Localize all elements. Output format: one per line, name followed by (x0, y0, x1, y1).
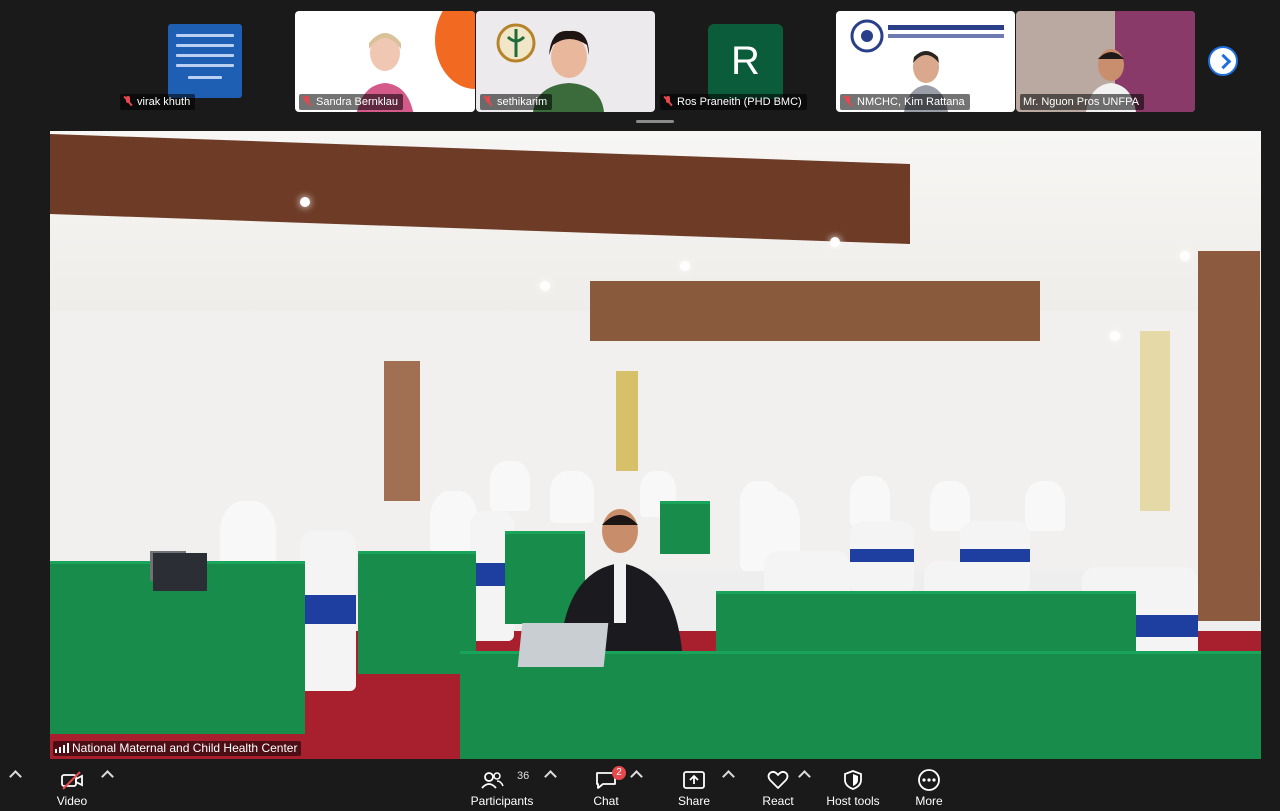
participant-name: virak khuth (120, 94, 196, 110)
participant-count: 36 (517, 770, 530, 782)
mic-muted-icon (663, 96, 673, 106)
chair (850, 521, 914, 591)
gallery-next-button[interactable] (1208, 46, 1238, 76)
chat-options-caret[interactable] (630, 770, 643, 783)
participant-gallery-strip: virak khuth Sandra Bernklau sethikarim R… (0, 0, 1280, 118)
participant-tile-ros[interactable]: R Ros Praneith (PHD BMC) (656, 11, 836, 112)
pillar (384, 361, 420, 501)
chair (300, 531, 356, 691)
active-speaker-label: National Maternal and Child Health Cente… (53, 741, 302, 756)
participants-options-caret[interactable] (544, 770, 557, 783)
ceiling-wood-panel (590, 281, 1040, 341)
audio-options-caret[interactable] (9, 770, 22, 783)
ellipsis-icon (918, 769, 940, 791)
mic-muted-icon (123, 96, 133, 106)
people-icon (481, 772, 504, 789)
participant-name: Ros Praneith (PHD BMC) (660, 94, 807, 110)
pillar (1198, 251, 1260, 621)
react-options-caret[interactable] (798, 770, 811, 783)
share-options-caret[interactable] (722, 770, 735, 783)
active-speaker-video (50, 131, 1261, 759)
strip-resize-handle[interactable] (636, 120, 674, 123)
host-tools-button[interactable]: Host tools (822, 759, 884, 811)
green-table (460, 651, 1261, 759)
share-arrow-icon (683, 771, 705, 789)
more-button[interactable]: More (908, 759, 950, 811)
signal-strength-icon (55, 743, 69, 753)
heart-icon (767, 770, 789, 789)
video-off-icon (61, 771, 83, 790)
react-button[interactable]: React (756, 759, 800, 811)
chair (960, 521, 1030, 591)
video-options-caret[interactable] (101, 770, 114, 783)
meeting-toolbar: Video Participants 36 Chat 2 Share React (0, 759, 1280, 811)
nmchc-banner-text-graphic (888, 25, 1004, 38)
participant-tile-sethikarim[interactable]: sethikarim (476, 11, 655, 112)
participant-name: NMCHC, Kim Rattana (840, 94, 970, 110)
shared-slide-thumbnail (168, 24, 242, 98)
participant-name: sethikarim (480, 94, 553, 110)
pillar (1140, 331, 1170, 511)
share-button[interactable]: Share (672, 759, 716, 811)
chat-unread-badge: 2 (612, 766, 626, 780)
participant-tile-virak[interactable]: virak khuth (108, 11, 308, 112)
participant-avatar: R (708, 24, 783, 99)
ministry-emblem-icon (496, 23, 536, 63)
green-table (358, 551, 476, 674)
nmchc-logo-icon (850, 19, 884, 53)
mic-muted-icon (483, 96, 493, 106)
mic-muted-icon (843, 96, 853, 106)
mic-muted-icon (302, 96, 312, 106)
participants-button[interactable]: Participants (466, 759, 538, 811)
video-button[interactable]: Video (50, 759, 94, 811)
shield-icon (844, 770, 862, 790)
participant-name: Mr. Nguon Pros UNFPA (1020, 94, 1144, 110)
participant-tile-sandra[interactable]: Sandra Bernklau (295, 11, 475, 112)
pillar (616, 371, 638, 471)
unfpa-logo-shape (435, 11, 475, 89)
laptop (153, 553, 207, 591)
participant-name: Sandra Bernklau (299, 94, 403, 110)
laptop (517, 623, 609, 667)
participant-tile-nguon[interactable]: Mr. Nguon Pros UNFPA (1016, 11, 1195, 112)
participant-tile-nmchc[interactable]: NMCHC, Kim Rattana (836, 11, 1015, 112)
